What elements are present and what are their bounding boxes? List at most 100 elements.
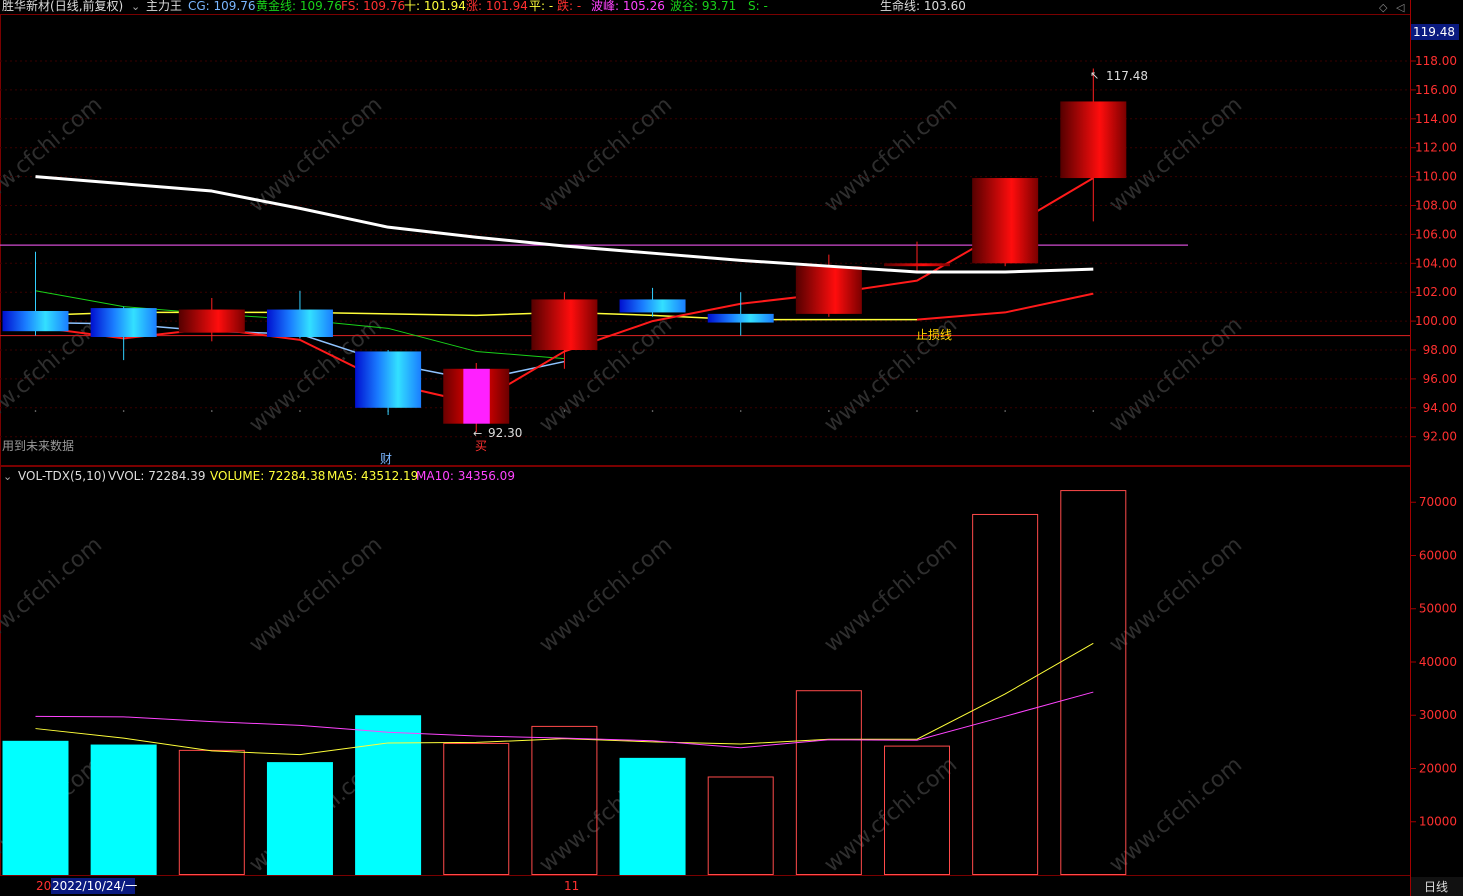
stock-mode: (日线,前复权): [50, 0, 123, 13]
watermark-text: www.cfchi.com: [0, 92, 107, 217]
volume-bar: [2, 740, 69, 875]
watermark-text: www.cfchi.com: [820, 752, 962, 877]
watermark-text: www.cfchi.com: [245, 92, 387, 217]
future-data-label: 用到未来数据: [2, 438, 74, 453]
price-tick-label: 94.00: [1423, 401, 1457, 415]
current-price-flag: 119.48: [1413, 25, 1455, 39]
high-price-label: 117.48: [1106, 69, 1148, 83]
price-tick-label: 96.00: [1423, 372, 1457, 386]
life-line-readout: 生命线: 103.60: [880, 0, 966, 13]
price-tick-label: 106.00: [1415, 227, 1457, 241]
price-tick-label: 98.00: [1423, 343, 1457, 357]
price-tick-label: 114.00: [1415, 112, 1457, 126]
finance-marker[interactable]: 财: [380, 452, 392, 466]
indicator-lines: [35, 177, 1094, 405]
volume-bar: [90, 744, 157, 875]
volume-tick-label: 70000: [1419, 495, 1457, 509]
price-grid: [0, 60, 1410, 438]
candle-body: [884, 263, 950, 267]
volume-readout-item: VVOL: 72284.39: [108, 469, 205, 483]
volume-settings-icon[interactable]: ⌄: [3, 470, 12, 483]
price-tick-label: 104.00: [1415, 256, 1457, 270]
volume-readout-item: VOLUME: 72284.38: [210, 469, 325, 483]
volume-readout: VVOL: 72284.39 VOLUME: 72284.38 MA5: 43512…: [108, 469, 515, 483]
date-dot: [34, 410, 37, 412]
indicator-readout-item: 波谷: 93.71: [670, 0, 736, 13]
watermark-text: www.cfchi.com: [820, 92, 962, 217]
stock-name: 胜华新材: [2, 0, 50, 13]
date-dot: [211, 410, 213, 412]
volume-tick-label: 60000: [1419, 548, 1457, 562]
indicator-readout: ⌄ 主力王 CG: 109.76 黄金线: 109.76 FS: 109.76十: 10…: [131, 0, 768, 13]
candle-body: [90, 308, 157, 337]
low-price-label: 92.30: [488, 426, 522, 440]
stock-chart-canvas[interactable]: www.cfchi.com www.cfchi.com www.cfchi.com w…: [0, 0, 1463, 896]
volume-panel-frame: [0, 466, 1411, 876]
price-tick-label: 110.00: [1415, 170, 1457, 184]
panel-collapse-icon[interactable]: ◁: [1396, 1, 1405, 14]
price-tick-label: 108.00: [1415, 199, 1457, 213]
price-tick-label: 118.00: [1415, 54, 1457, 68]
buy-signal-label: 买: [475, 439, 487, 453]
volume-bar: [707, 776, 774, 876]
volume-ma-line: [35, 691, 1094, 749]
watermark-text: www.cfchi.com: [820, 532, 962, 657]
date-dot: [739, 410, 742, 412]
candle-body: [443, 368, 510, 424]
candle-body: [531, 299, 598, 350]
candle-body: [972, 178, 1039, 264]
indicator-settings-icon[interactable]: ⌄: [131, 0, 140, 13]
price-tick-label: 116.00: [1415, 83, 1457, 97]
period-button[interactable]: 日线: [1424, 880, 1448, 894]
watermark-text: www.cfchi.com: [535, 92, 677, 217]
volume-axis: 10000 20000 30000 40000 50000 60000 70000: [1410, 495, 1457, 829]
date-dot: [1004, 410, 1006, 412]
date-dot: [299, 410, 301, 412]
volume-bar: [355, 715, 422, 875]
date-dot: [916, 410, 918, 412]
candle-body: [178, 309, 245, 333]
price-panel-frame: [0, 14, 1411, 466]
volume-bar: [1060, 490, 1127, 875]
indicator-readout-item: 十: 101.94: [404, 0, 466, 13]
indicator-readout-item: FS: 109.76: [341, 0, 405, 13]
volume-tick-label: 30000: [1419, 708, 1457, 722]
date-dot: [563, 410, 566, 412]
candlesticks: [2, 68, 1127, 433]
date-bar: [0, 877, 1410, 896]
volume-bar: [266, 762, 333, 875]
price-tick-label: 112.00: [1415, 141, 1457, 155]
volume-tick-label: 40000: [1419, 655, 1457, 669]
volume-readout-item: MA10: 34356.09: [416, 469, 515, 483]
volume-bar: [443, 742, 510, 875]
date-dot: [651, 410, 654, 412]
candle-body: [266, 309, 333, 337]
indicator-readout-item: 涨: 101.94: [466, 0, 528, 13]
watermark-text: www.cfchi.com: [245, 532, 387, 657]
watermark-text: www.cfchi.com: [535, 532, 677, 657]
candle-body: [355, 351, 422, 408]
watermark-text: www.cfchi.com: [1105, 312, 1247, 437]
candle-body: [795, 266, 862, 314]
volume-tick-label: 10000: [1419, 815, 1457, 829]
indicator-readout-item: 平: -: [529, 0, 553, 13]
date-dot: [1092, 410, 1095, 412]
candle-body: [619, 299, 686, 313]
candle-body: [2, 310, 69, 332]
indicator-readout-item: 黄金线: 109.76: [256, 0, 342, 13]
volume-indicator-name: VOL-TDX(5,10): [18, 469, 106, 483]
date-dot: [122, 410, 125, 412]
candle-body: [1060, 101, 1127, 179]
indicator-line: [35, 311, 917, 321]
date-start-label: 2022/10/24/一: [52, 879, 137, 893]
indicator-readout-item: 跌: -: [557, 0, 581, 13]
volume-bar: [178, 749, 245, 876]
volume-tick-label: 50000: [1419, 602, 1457, 616]
volume-bar: [619, 757, 686, 875]
stop-loss-label: 止损线: [916, 328, 952, 342]
indicator-readout-item: CG: 109.76: [188, 0, 256, 13]
price-tick-label: 100.00: [1415, 314, 1457, 328]
volume-tick-label: 20000: [1419, 761, 1457, 775]
diamond-icon[interactable]: ◇: [1379, 1, 1388, 14]
date-dot: [828, 410, 830, 412]
